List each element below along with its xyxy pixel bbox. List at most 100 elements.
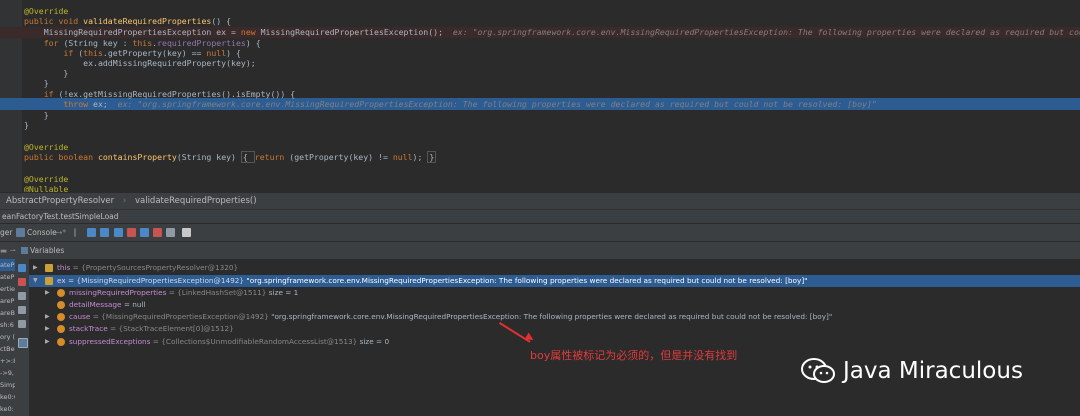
- code-token: this: [83, 48, 103, 58]
- variable-value: "org.springframework.core.env.MissingReq…: [246, 276, 808, 285]
- frames-header-icon: ▬ ⇀: [0, 246, 16, 255]
- variable-name: detailMessage: [69, 300, 122, 309]
- code-token: () {: [211, 16, 232, 26]
- expand-arrow-icon[interactable]: ▶: [33, 262, 38, 274]
- field-icon: [57, 313, 65, 321]
- code-token: @Override: [24, 142, 69, 152]
- code-line[interactable]: }: [24, 120, 29, 131]
- code-token: }: [24, 110, 49, 120]
- code-token: );: [412, 152, 428, 162]
- console-pin-icon[interactable]: →*: [56, 224, 66, 242]
- tab-console[interactable]: Console: [27, 224, 57, 242]
- breadcrumb-class[interactable]: AbstractPropertyResolver: [6, 196, 114, 206]
- stack-frame-item[interactable]: areP: [0, 295, 15, 307]
- expand-arrow-icon[interactable]: ▶: [45, 287, 50, 299]
- code-token: }: [24, 68, 69, 78]
- step-into-icon[interactable]: [114, 228, 123, 237]
- evaluate-expression-icon[interactable]: [182, 228, 191, 237]
- force-step-into-icon[interactable]: [127, 228, 136, 237]
- debug-session-title: eanFactoryTest.testSimpleLoad: [0, 209, 1080, 224]
- object-variable-icon: [45, 277, 53, 285]
- new-watch-icon[interactable]: [18, 264, 26, 272]
- stack-frame-item[interactable]: ke0:: [0, 403, 15, 415]
- debug-session-label[interactable]: eanFactoryTest.testSimpleLoad: [2, 212, 119, 221]
- code-token: ex: "org.springframework.core.env.Missin…: [452, 27, 1080, 37]
- expand-arrow-icon[interactable]: ▶: [45, 336, 50, 348]
- variable-row[interactable]: ▶ missingRequiredProperties = {LinkedHash…: [29, 287, 1080, 299]
- code-token: if: [63, 48, 79, 58]
- object-variable-icon: [45, 264, 53, 272]
- move-down-icon[interactable]: [18, 306, 26, 314]
- code-line[interactable]: @Nullable: [24, 184, 68, 192]
- variable-name: missingRequiredProperties: [69, 288, 167, 297]
- stack-frame-item[interactable]: +>:87: [0, 355, 15, 367]
- variable-row[interactable]: ▶ this = {PropertySourcesPropertyResolver…: [29, 262, 1080, 274]
- stack-frame-item[interactable]: ke0:6: [0, 391, 15, 403]
- show-execution-point-icon[interactable]: [87, 228, 96, 237]
- variables-side-toolbar: [15, 259, 29, 416]
- drop-frame-icon[interactable]: [153, 228, 162, 237]
- stack-frame-item[interactable]: ctBea: [0, 343, 15, 355]
- breadcrumb-method[interactable]: validateRequiredProperties(): [135, 196, 257, 206]
- variable-type: = {Collections$UnmodifiableRandomAccessL…: [150, 337, 360, 346]
- code-token: throw: [63, 99, 94, 109]
- stack-frame-item[interactable]: Simp: [0, 379, 15, 391]
- field-icon: [57, 289, 65, 297]
- debug-toolbar: ger Console →*: [0, 223, 1080, 242]
- code-line[interactable]: public void validateRequiredProperties()…: [24, 16, 231, 27]
- code-token: null: [392, 152, 413, 162]
- watermark-text: Java Miraculous: [843, 358, 1023, 384]
- toolbar-separator: [74, 228, 76, 237]
- code-line[interactable]: MissingRequiredPropertiesException ex = …: [24, 27, 1080, 38]
- variable-row[interactable]: detailMessage = null: [29, 299, 1080, 311]
- frames-list[interactable]: atePratePertiearePareBsh:6ory (octBea+>:…: [0, 259, 15, 416]
- variables-header: ▬ ⇀ Variables: [0, 241, 1080, 260]
- step-over-icon[interactable]: [100, 228, 109, 237]
- console-icon: [16, 228, 25, 237]
- stack-frame-item[interactable]: atePr: [0, 259, 15, 271]
- stack-frame-item[interactable]: ateP: [0, 271, 15, 283]
- variable-row[interactable]: ▶ stackTrace = {StackTraceElement[0]@1512…: [29, 323, 1080, 335]
- code-line[interactable]: public boolean containsProperty(String k…: [24, 151, 437, 163]
- variable-name: suppressedExceptions: [69, 337, 151, 346]
- stack-frame-item[interactable]: sh:6: [0, 319, 15, 331]
- code-token: this: [132, 38, 153, 48]
- copy-watch-icon[interactable]: [18, 320, 26, 328]
- stack-frame-item[interactable]: ertie: [0, 283, 15, 295]
- expand-arrow-icon[interactable]: ▶: [45, 311, 50, 323]
- code-token: validateRequiredProperties: [83, 16, 212, 26]
- code-token: public boolean: [24, 152, 98, 162]
- move-up-icon[interactable]: [18, 292, 26, 300]
- stack-frame-item[interactable]: ->9,: [0, 367, 15, 379]
- code-token: (String key :: [63, 38, 133, 48]
- variable-value: = null: [121, 300, 146, 309]
- variables-tree[interactable]: ▶ this = {PropertySourcesPropertyResolver…: [29, 259, 1080, 416]
- wechat-logo-icon: [801, 358, 835, 383]
- stack-frame-item[interactable]: areB: [0, 307, 15, 319]
- variable-value: "org.springframework.core.env.MissingReq…: [271, 312, 833, 321]
- tab-debugger[interactable]: ger: [0, 224, 12, 242]
- variable-text: stackTrace = {StackTraceElement[0]@1512}: [69, 323, 234, 335]
- variable-text: detailMessage = null: [69, 299, 146, 311]
- field-icon: [57, 301, 65, 309]
- code-line[interactable]: }: [24, 78, 49, 89]
- variable-row[interactable]: ▶ cause = {MissingRequiredPropertiesExcep…: [29, 311, 1080, 323]
- variable-row[interactable]: ▼ ex = {MissingRequiredPropertiesExceptio…: [29, 275, 1080, 287]
- variable-text: ex = {MissingRequiredPropertiesException…: [57, 275, 808, 287]
- stack-frame-item[interactable]: ory (o: [0, 331, 15, 343]
- variable-text: this = {PropertySourcesPropertyResolver@…: [57, 262, 238, 274]
- expand-arrow-icon[interactable]: ▶: [45, 323, 50, 335]
- variables-title: Variables: [30, 246, 65, 255]
- step-out-icon[interactable]: [140, 228, 149, 237]
- show-types-icon[interactable]: [18, 338, 28, 348]
- code-line[interactable]: throw ex; ex: "org.springframework.core.…: [24, 99, 876, 110]
- variable-type: = {LinkedHashSet@1511}: [166, 288, 269, 297]
- breadcrumb-separator: ›: [122, 196, 127, 206]
- code-editor[interactable]: @Override public void validateRequiredPro…: [0, 0, 1080, 192]
- variable-name: stackTrace: [69, 324, 108, 333]
- collapse-arrow-icon[interactable]: ▼: [33, 275, 38, 287]
- remove-watch-icon[interactable]: [18, 278, 26, 286]
- code-token: null: [206, 48, 227, 58]
- run-to-cursor-icon[interactable]: [166, 228, 175, 237]
